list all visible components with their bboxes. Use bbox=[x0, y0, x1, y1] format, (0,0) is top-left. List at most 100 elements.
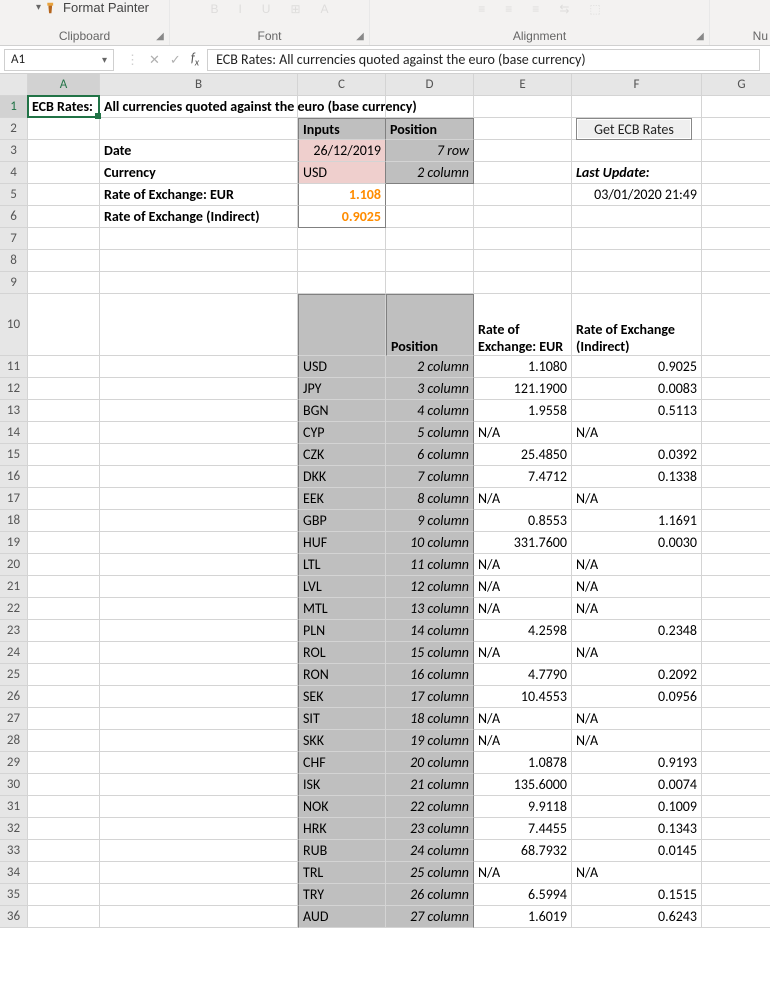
cell[interactable] bbox=[28, 466, 100, 488]
ccy-cell[interactable]: BGN bbox=[298, 400, 386, 422]
cell[interactable] bbox=[702, 686, 770, 708]
cell[interactable] bbox=[28, 708, 100, 730]
cell[interactable] bbox=[386, 272, 474, 294]
ccy-cell[interactable]: NOK bbox=[298, 796, 386, 818]
cell[interactable] bbox=[100, 840, 298, 862]
cell[interactable] bbox=[702, 250, 770, 272]
row-header[interactable]: 18 bbox=[0, 510, 28, 532]
select-all-corner[interactable] bbox=[0, 74, 28, 96]
column-header[interactable]: B bbox=[100, 74, 298, 96]
position-cell[interactable]: 10 column bbox=[386, 532, 474, 554]
cell[interactable] bbox=[100, 576, 298, 598]
cell[interactable] bbox=[28, 576, 100, 598]
cell[interactable] bbox=[702, 620, 770, 642]
rate-ind-cell[interactable]: 0.0392 bbox=[572, 444, 702, 466]
rate-ind-cell[interactable]: 0.5113 bbox=[572, 400, 702, 422]
cell[interactable] bbox=[702, 708, 770, 730]
th-rate-ind[interactable]: Rate of Exchange (Indirect) bbox=[572, 294, 702, 356]
format-painter-button[interactable]: ▾ Format Painter bbox=[36, 0, 149, 15]
position-cell[interactable]: 8 column bbox=[386, 488, 474, 510]
column-header[interactable]: D bbox=[386, 74, 474, 96]
position-cell[interactable]: 14 column bbox=[386, 620, 474, 642]
ccy-cell[interactable]: TRY bbox=[298, 884, 386, 906]
rate-ind-cell[interactable]: 0.6243 bbox=[572, 906, 702, 928]
th-rate-eur[interactable]: Rate of Exchange: EUR bbox=[474, 294, 572, 356]
cell[interactable] bbox=[702, 466, 770, 488]
cell[interactable] bbox=[702, 576, 770, 598]
cell[interactable] bbox=[28, 818, 100, 840]
cell[interactable] bbox=[28, 488, 100, 510]
rate-eur-cell[interactable]: 1.6019 bbox=[474, 906, 572, 928]
rate-ind-cell[interactable]: 0.1338 bbox=[572, 466, 702, 488]
rate-eur-cell[interactable]: 6.5994 bbox=[474, 884, 572, 906]
position-cell[interactable]: 3 column bbox=[386, 378, 474, 400]
cell[interactable] bbox=[386, 206, 474, 228]
cell[interactable] bbox=[702, 184, 770, 206]
cell[interactable] bbox=[100, 906, 298, 928]
ccy-cell[interactable]: AUD bbox=[298, 906, 386, 928]
cell[interactable] bbox=[702, 162, 770, 184]
cell[interactable] bbox=[572, 272, 702, 294]
cell[interactable] bbox=[702, 272, 770, 294]
row-header[interactable]: 3 bbox=[0, 140, 28, 162]
position-cell[interactable]: 4 column bbox=[386, 400, 474, 422]
cell[interactable] bbox=[28, 686, 100, 708]
ccy-cell[interactable]: HUF bbox=[298, 532, 386, 554]
row-header[interactable]: 12 bbox=[0, 378, 28, 400]
cell[interactable] bbox=[28, 774, 100, 796]
cell[interactable] bbox=[702, 532, 770, 554]
cell[interactable] bbox=[702, 598, 770, 620]
position-header[interactable]: Position bbox=[386, 118, 474, 140]
cell[interactable] bbox=[28, 620, 100, 642]
ccy-cell[interactable]: CZK bbox=[298, 444, 386, 466]
cell[interactable] bbox=[702, 752, 770, 774]
cell[interactable] bbox=[28, 598, 100, 620]
cell[interactable] bbox=[702, 294, 770, 356]
value-rate-eur[interactable]: 1.108 bbox=[298, 184, 386, 206]
cell[interactable] bbox=[702, 840, 770, 862]
cell[interactable] bbox=[100, 118, 298, 140]
cell[interactable] bbox=[298, 96, 386, 118]
cell[interactable] bbox=[702, 228, 770, 250]
cell[interactable] bbox=[702, 862, 770, 884]
rate-ind-cell[interactable]: 0.0956 bbox=[572, 686, 702, 708]
ccy-cell[interactable]: SEK bbox=[298, 686, 386, 708]
cell[interactable] bbox=[100, 642, 298, 664]
cell[interactable] bbox=[702, 422, 770, 444]
cell[interactable] bbox=[100, 488, 298, 510]
cancel-icon[interactable]: ✕ bbox=[149, 52, 160, 68]
cell-grid[interactable]: ECB Rates:All currencies quoted against … bbox=[28, 96, 770, 928]
rate-ind-cell[interactable]: N/A bbox=[572, 598, 702, 620]
cell[interactable] bbox=[298, 272, 386, 294]
row-header[interactable]: 14 bbox=[0, 422, 28, 444]
position-cell[interactable]: 7 column bbox=[386, 466, 474, 488]
cell[interactable] bbox=[28, 140, 100, 162]
position-cell[interactable]: 27 column bbox=[386, 906, 474, 928]
cell[interactable] bbox=[702, 664, 770, 686]
cell[interactable] bbox=[28, 642, 100, 664]
position-cell[interactable]: 6 column bbox=[386, 444, 474, 466]
ccy-cell[interactable]: PLN bbox=[298, 620, 386, 642]
rate-ind-cell[interactable]: 0.1343 bbox=[572, 818, 702, 840]
cell[interactable] bbox=[702, 884, 770, 906]
cell[interactable] bbox=[702, 488, 770, 510]
cell[interactable] bbox=[298, 294, 386, 356]
column-header[interactable]: E bbox=[474, 74, 572, 96]
cell[interactable] bbox=[100, 774, 298, 796]
cell[interactable] bbox=[28, 664, 100, 686]
cell[interactable] bbox=[100, 598, 298, 620]
row-header[interactable]: 4 bbox=[0, 162, 28, 184]
rate-ind-cell[interactable]: N/A bbox=[572, 554, 702, 576]
cell[interactable] bbox=[572, 140, 702, 162]
ccy-cell[interactable]: DKK bbox=[298, 466, 386, 488]
position-cell[interactable]: 21 column bbox=[386, 774, 474, 796]
row-header[interactable]: 17 bbox=[0, 488, 28, 510]
cell[interactable] bbox=[100, 422, 298, 444]
position-cell[interactable]: 17 column bbox=[386, 686, 474, 708]
rate-ind-cell[interactable]: N/A bbox=[572, 488, 702, 510]
row-header[interactable]: 27 bbox=[0, 708, 28, 730]
cell[interactable] bbox=[298, 250, 386, 272]
ccy-cell[interactable]: ISK bbox=[298, 774, 386, 796]
position-cell[interactable]: 24 column bbox=[386, 840, 474, 862]
cell[interactable] bbox=[28, 752, 100, 774]
